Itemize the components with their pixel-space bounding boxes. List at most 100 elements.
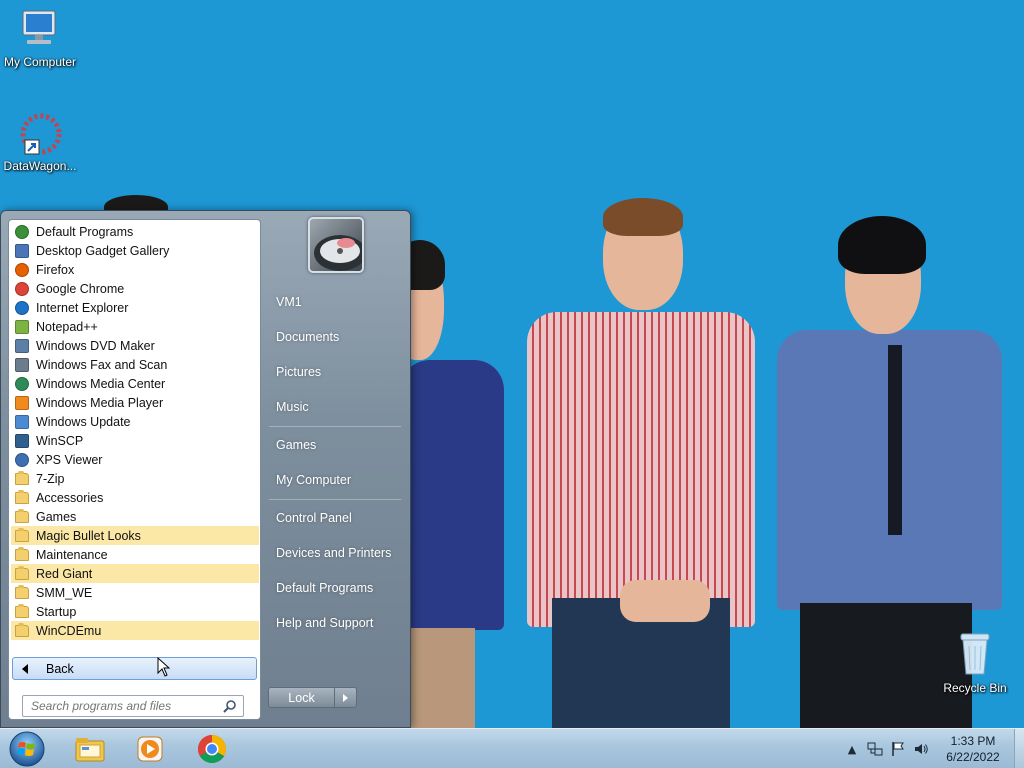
fax-scan-icon bbox=[14, 357, 30, 373]
back-button[interactable]: Back bbox=[12, 657, 257, 680]
media-center-icon bbox=[14, 376, 30, 392]
folder-icon bbox=[14, 565, 30, 582]
help-support-link[interactable]: Help and Support bbox=[268, 609, 403, 637]
program-label: Desktop Gadget Gallery bbox=[36, 243, 170, 258]
taskbar-explorer-button[interactable] bbox=[60, 731, 120, 767]
devices-printers-link[interactable]: Devices and Printers bbox=[268, 539, 403, 567]
desktop-icon-recycle-bin[interactable]: Recycle Bin bbox=[935, 630, 1015, 695]
computer-label: My Computer bbox=[276, 473, 352, 487]
clock-time: 1:33 PM bbox=[950, 734, 996, 748]
program-item[interactable]: Google Chrome bbox=[11, 279, 259, 298]
show-hidden-icons-icon[interactable]: ▲ bbox=[844, 741, 860, 757]
program-item[interactable]: SMM_WE bbox=[11, 583, 259, 602]
media-player-icon bbox=[14, 395, 30, 411]
program-label: Windows Media Center bbox=[36, 376, 166, 391]
chrome-icon bbox=[198, 735, 226, 763]
search-input[interactable] bbox=[31, 699, 216, 713]
desktop-icon-label: Recycle Bin bbox=[943, 681, 1007, 695]
program-item[interactable]: Windows Media Center bbox=[11, 374, 259, 393]
desktop-icon-datawagon[interactable]: DataWagon... bbox=[0, 112, 80, 173]
documents-label: Documents bbox=[276, 330, 340, 344]
program-item[interactable]: Firefox bbox=[11, 260, 259, 279]
program-item[interactable]: Notepad++ bbox=[11, 317, 259, 336]
folder-icon bbox=[14, 622, 30, 639]
separator bbox=[269, 499, 401, 500]
program-item[interactable]: Internet Explorer bbox=[11, 298, 259, 317]
folder-icon bbox=[14, 603, 30, 620]
music-link[interactable]: Music bbox=[268, 393, 403, 421]
program-item[interactable]: Default Programs bbox=[11, 222, 259, 241]
program-label: Windows Media Player bbox=[36, 395, 164, 410]
program-label: Games bbox=[36, 509, 77, 524]
network-icon[interactable] bbox=[867, 741, 883, 757]
start-button[interactable] bbox=[6, 730, 48, 768]
program-label: Magic Bullet Looks bbox=[36, 528, 141, 543]
program-label: Windows Fax and Scan bbox=[36, 357, 168, 372]
shutdown-options-button[interactable] bbox=[335, 687, 357, 708]
program-label: XPS Viewer bbox=[36, 452, 103, 467]
shutdown-group: Lock bbox=[268, 687, 357, 708]
user-picture[interactable] bbox=[308, 217, 364, 273]
xps-viewer-icon bbox=[14, 452, 30, 468]
windows-update-icon bbox=[14, 414, 30, 430]
program-item[interactable]: Windows Update bbox=[11, 412, 259, 431]
program-item[interactable]: Windows DVD Maker bbox=[11, 336, 259, 355]
control-panel-label: Control Panel bbox=[276, 511, 352, 525]
program-item[interactable]: Games bbox=[11, 507, 259, 526]
desktop-icon-label: DataWagon... bbox=[3, 159, 77, 173]
desktop-icon-label: My Computer bbox=[3, 55, 77, 69]
program-item[interactable]: Red Giant bbox=[11, 564, 259, 583]
default-programs-link[interactable]: Default Programs bbox=[268, 574, 403, 602]
program-item[interactable]: Windows Fax and Scan bbox=[11, 355, 259, 374]
computer-link[interactable]: My Computer bbox=[268, 466, 403, 494]
all-programs-pane: Default Programs Desktop Gadget Gallery Fi… bbox=[8, 219, 261, 720]
program-label: Maintenance bbox=[36, 547, 108, 562]
program-item[interactable]: WinCDEmu bbox=[11, 621, 259, 640]
notepadpp-icon bbox=[14, 319, 30, 335]
program-item[interactable]: 7-Zip bbox=[11, 469, 259, 488]
games-link[interactable]: Games bbox=[268, 431, 403, 459]
program-label: Google Chrome bbox=[36, 281, 125, 296]
taskbar-media-player-button[interactable] bbox=[120, 731, 180, 767]
windows-orb-icon bbox=[9, 731, 45, 767]
program-label: Red Giant bbox=[36, 566, 93, 581]
program-item[interactable]: WinSCP bbox=[11, 431, 259, 450]
search-icon[interactable] bbox=[223, 699, 237, 713]
computer-icon bbox=[22, 10, 56, 44]
program-item[interactable]: Desktop Gadget Gallery bbox=[11, 241, 259, 260]
program-item[interactable]: Windows Media Player bbox=[11, 393, 259, 412]
folder-icon bbox=[14, 584, 30, 601]
program-item[interactable]: Startup bbox=[11, 602, 259, 621]
clock[interactable]: 1:33 PM 6/22/2022 bbox=[931, 733, 1015, 765]
program-item[interactable]: XPS Viewer bbox=[11, 450, 259, 469]
documents-link[interactable]: Documents bbox=[268, 323, 403, 351]
recycle-bin-icon bbox=[960, 633, 990, 675]
program-label: Firefox bbox=[36, 262, 75, 277]
taskbar-chrome-button[interactable] bbox=[182, 731, 242, 767]
program-label: SMM_WE bbox=[36, 585, 93, 600]
desktop-icon-my-computer[interactable]: My Computer bbox=[0, 8, 80, 69]
control-panel-link[interactable]: Control Panel bbox=[268, 504, 403, 532]
folder-icon bbox=[14, 546, 30, 563]
explorer-icon bbox=[75, 738, 105, 762]
lock-button[interactable]: Lock bbox=[268, 687, 335, 708]
program-label: Windows Update bbox=[36, 414, 131, 429]
program-list: Default Programs Desktop Gadget Gallery Fi… bbox=[11, 222, 259, 640]
user-folder-link[interactable]: VM1 bbox=[268, 288, 403, 316]
show-desktop-button[interactable] bbox=[1014, 729, 1024, 768]
start-menu: Default Programs Desktop Gadget Gallery Fi… bbox=[0, 210, 411, 728]
program-item[interactable]: Magic Bullet Looks bbox=[11, 526, 259, 545]
mouse-cursor-icon bbox=[157, 657, 171, 677]
dvd-maker-icon bbox=[14, 338, 30, 354]
program-label: 7-Zip bbox=[36, 471, 65, 486]
program-item[interactable]: Accessories bbox=[11, 488, 259, 507]
chrome-icon bbox=[14, 281, 30, 297]
search-programs-box[interactable] bbox=[22, 695, 244, 717]
devices-printers-label: Devices and Printers bbox=[276, 546, 392, 560]
program-item[interactable]: Maintenance bbox=[11, 545, 259, 564]
volume-icon[interactable] bbox=[913, 741, 929, 757]
pictures-link[interactable]: Pictures bbox=[268, 358, 403, 386]
folder-icon bbox=[14, 489, 30, 506]
winscp-icon bbox=[14, 433, 30, 449]
action-center-flag-icon[interactable] bbox=[890, 741, 906, 757]
